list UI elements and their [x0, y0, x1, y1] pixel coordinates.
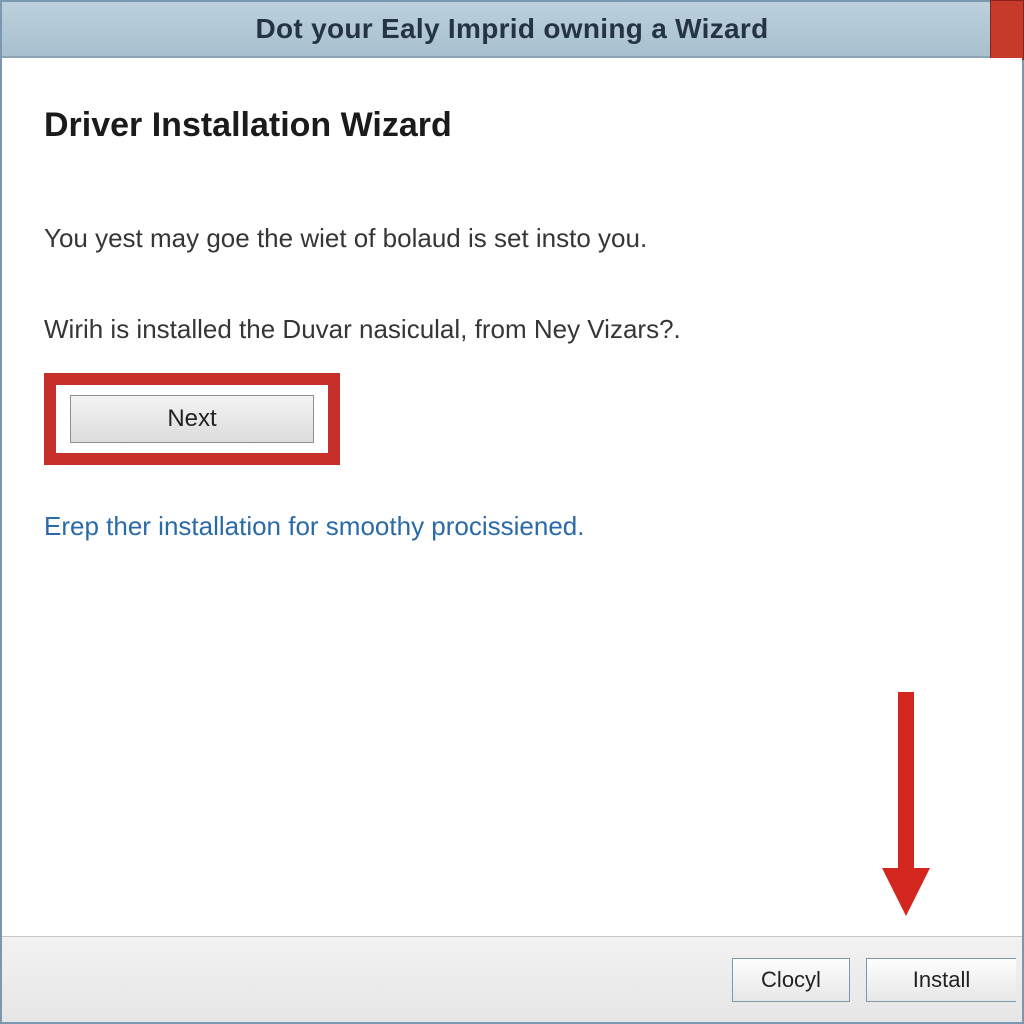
- close-button[interactable]: [990, 0, 1024, 60]
- info-link[interactable]: Erep ther installation for smoothy proci…: [44, 509, 980, 544]
- arrow-annotation-icon: [892, 692, 920, 922]
- wizard-footer: Clocyl Install: [2, 936, 1022, 1022]
- intro-text-2: Wirih is installed the Duvar nasiculal, …: [44, 312, 980, 347]
- wizard-window: Dot your Ealy Imprid owning a Wizard Dri…: [0, 0, 1024, 1024]
- highlight-annotation: Next: [44, 373, 340, 465]
- intro-text-1: You yest may goe the wiet of bolaud is s…: [44, 221, 980, 256]
- clocyl-button[interactable]: Clocyl: [732, 958, 850, 1002]
- wizard-content: Driver Installation Wizard You yest may …: [2, 58, 1022, 936]
- window-title: Dot your Ealy Imprid owning a Wizard: [255, 13, 768, 45]
- next-button[interactable]: Next: [70, 395, 314, 443]
- titlebar[interactable]: Dot your Ealy Imprid owning a Wizard: [2, 2, 1022, 58]
- install-button[interactable]: Install: [866, 958, 1016, 1002]
- page-heading: Driver Installation Wizard: [44, 106, 980, 145]
